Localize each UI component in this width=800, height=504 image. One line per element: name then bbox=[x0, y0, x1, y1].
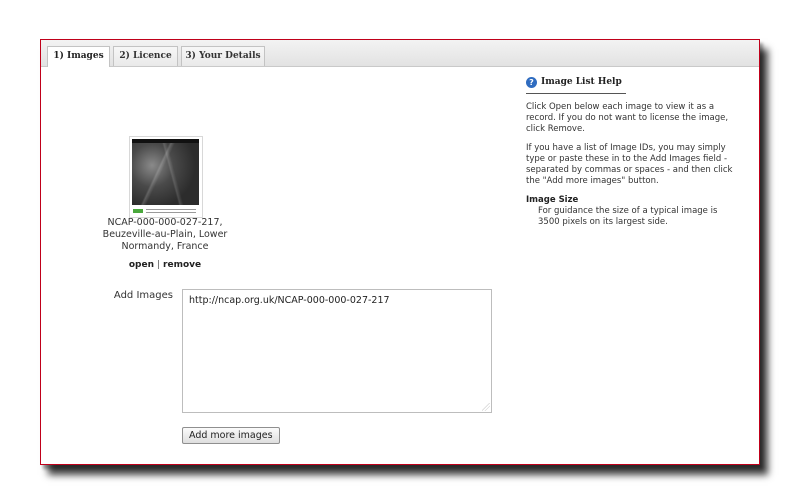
resize-grip-icon[interactable] bbox=[482, 403, 490, 411]
tab-images[interactable]: 1) Images bbox=[47, 46, 110, 67]
image-size-title: Image Size bbox=[526, 195, 579, 205]
tab-licence[interactable]: 2) Licence bbox=[113, 46, 178, 66]
tab-bar: 1) Images 2) Licence 3) Your Details bbox=[41, 40, 759, 67]
open-link[interactable]: open bbox=[129, 260, 154, 270]
add-images-label: Add Images bbox=[113, 290, 173, 301]
ncap-logo-icon bbox=[133, 209, 143, 213]
help-panel: ? Image List Help Click Open below each … bbox=[526, 75, 741, 228]
help-title: Image List Help bbox=[541, 76, 622, 87]
photo-header-strip bbox=[132, 139, 199, 143]
add-more-images-button[interactable]: Add more images bbox=[182, 427, 280, 444]
photo-caption-text-lines bbox=[146, 209, 196, 213]
image-size-text: For guidance the size of a typical image… bbox=[538, 206, 718, 227]
tab-your-details[interactable]: 3) Your Details bbox=[181, 46, 265, 66]
image-order-panel: 1) Images 2) Licence 3) Your Details NCA… bbox=[40, 39, 760, 465]
help-paragraph-add-ids: If you have a list of Image IDs, you may… bbox=[526, 143, 733, 186]
aerial-photo bbox=[132, 139, 199, 205]
remove-link[interactable]: remove bbox=[163, 260, 201, 270]
image-thumbnail[interactable] bbox=[129, 136, 203, 218]
image-caption: NCAP-000-000-027-217, Beuzeville-au-Plai… bbox=[102, 217, 228, 252]
help-header: ? Image List Help bbox=[526, 75, 741, 89]
help-title-underline bbox=[526, 93, 626, 94]
add-images-textarea[interactable]: http://ncap.org.uk/NCAP-000-000-027-217 bbox=[182, 289, 492, 413]
image-actions: open | remove bbox=[85, 260, 245, 270]
link-separator: | bbox=[157, 260, 161, 270]
help-icon: ? bbox=[526, 76, 537, 88]
tab-content: NCAP-000-000-027-217, Beuzeville-au-Plai… bbox=[41, 67, 759, 464]
help-paragraph-open-remove: Click Open below each image to view it a… bbox=[526, 102, 729, 134]
